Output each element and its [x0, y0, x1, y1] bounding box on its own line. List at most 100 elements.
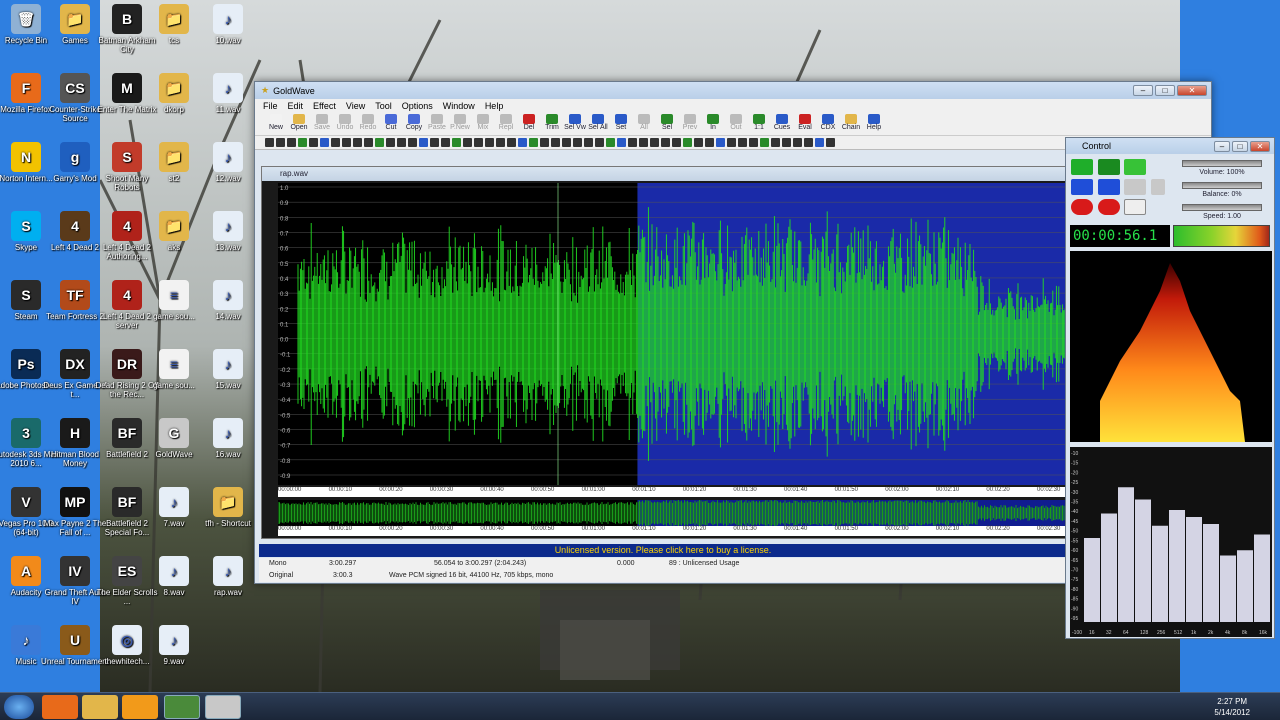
taskbar-firefox-icon[interactable]: [42, 695, 78, 719]
menu-item-file[interactable]: File: [263, 101, 278, 111]
effect-tool-icon[interactable]: [760, 138, 769, 147]
effect-tool-icon[interactable]: [727, 138, 736, 147]
control-minimize-button[interactable]: –: [1214, 140, 1230, 152]
effect-tool-icon[interactable]: [804, 138, 813, 147]
pause-button[interactable]: [1124, 179, 1147, 195]
taskbar-explorer-icon[interactable]: [82, 695, 118, 719]
desktop-icon[interactable]: ♪ 13.wav: [194, 211, 262, 252]
stop-button[interactable]: [1150, 179, 1165, 195]
monitor-button[interactable]: [1124, 199, 1147, 215]
effect-tool-icon[interactable]: [782, 138, 791, 147]
effect-tool-icon[interactable]: [364, 138, 373, 147]
toolbar-button-undo[interactable]: Undo: [334, 112, 356, 135]
effect-tool-icon[interactable]: [826, 138, 835, 147]
effect-tool-icon[interactable]: [716, 138, 725, 147]
effect-tool-icon[interactable]: [342, 138, 351, 147]
effect-tool-icon[interactable]: [309, 138, 318, 147]
effect-tool-icon[interactable]: [441, 138, 450, 147]
effect-tool-icon[interactable]: [331, 138, 340, 147]
control-maximize-button[interactable]: □: [1232, 140, 1248, 152]
control-titlebar[interactable]: Control – □ ✕: [1066, 138, 1274, 154]
effect-tool-icon[interactable]: [430, 138, 439, 147]
effect-tool-icon[interactable]: [595, 138, 604, 147]
effect-tool-icon[interactable]: [617, 138, 626, 147]
goldwave-titlebar[interactable]: ★ GoldWave – □ ✕: [255, 82, 1211, 99]
balance-track[interactable]: [1182, 182, 1262, 189]
effect-tool-icon[interactable]: [628, 138, 637, 147]
effect-tool-icon[interactable]: [375, 138, 384, 147]
toolbar-button-cdx[interactable]: CDX: [817, 112, 839, 135]
toolbar-button-prev[interactable]: Prev: [679, 112, 701, 135]
toolbar-button-redo[interactable]: Redo: [357, 112, 379, 135]
toolbar-button-paste[interactable]: Paste: [426, 112, 448, 135]
toolbar-button-open[interactable]: Open: [288, 112, 310, 135]
effect-tool-icon[interactable]: [672, 138, 681, 147]
desktop-icon[interactable]: ♪ 16.wav: [194, 418, 262, 459]
speed-slider[interactable]: Speed: 1.00: [1172, 202, 1272, 226]
effect-tool-icon[interactable]: [584, 138, 593, 147]
effect-tool-icon[interactable]: [507, 138, 516, 147]
minimize-button[interactable]: –: [1133, 85, 1153, 96]
effect-tool-icon[interactable]: [650, 138, 659, 147]
toolbar-button-sel[interactable]: Sel: [656, 112, 678, 135]
desktop-icon[interactable]: ♪ 15.wav: [194, 349, 262, 390]
toolbar-button-help[interactable]: Help: [863, 112, 885, 135]
system-clock[interactable]: 2:27 PM 5/14/2012: [1214, 696, 1250, 718]
taskbar-media-player-icon[interactable]: [122, 695, 158, 719]
effect-tool-icon[interactable]: [694, 138, 703, 147]
effect-tool-icon[interactable]: [386, 138, 395, 147]
effect-tool-icon[interactable]: [419, 138, 428, 147]
speed-track[interactable]: [1182, 204, 1262, 211]
effect-tool-icon[interactable]: [705, 138, 714, 147]
effect-tool-icon[interactable]: [353, 138, 362, 147]
menu-item-view[interactable]: View: [346, 101, 365, 111]
menu-item-window[interactable]: Window: [443, 101, 475, 111]
taskbar-goldwave-control-icon[interactable]: [205, 695, 241, 719]
effect-tool-icon[interactable]: [397, 138, 406, 147]
play-selection-button[interactable]: [1097, 159, 1120, 175]
fast-forward-button[interactable]: [1097, 179, 1120, 195]
toolbar-button-p-new[interactable]: P.New: [449, 112, 471, 135]
effect-tool-icon[interactable]: [683, 138, 692, 147]
effect-tool-icon[interactable]: [661, 138, 670, 147]
effect-tool-icon[interactable]: [815, 138, 824, 147]
toolbar-button-chain[interactable]: Chain: [840, 112, 862, 135]
timeline-ruler[interactable]: 00:00:00 00:00:10 00:00:20 00:00:30 00:00:40…: [278, 487, 1068, 497]
effect-tool-icon[interactable]: [606, 138, 615, 147]
play-button[interactable]: [1071, 159, 1093, 175]
effect-tool-icon[interactable]: [320, 138, 329, 147]
desktop-icon[interactable]: ♪ 11.wav: [194, 73, 262, 114]
balance-slider[interactable]: Balance: 0%: [1172, 180, 1272, 204]
toolbar-button-cut[interactable]: Cut: [380, 112, 402, 135]
toolbar-button-repl[interactable]: Repl: [495, 112, 517, 135]
control-window[interactable]: Control – □ ✕ Volume: 100% Balance: 0% S…: [1065, 137, 1275, 639]
desktop-icon[interactable]: 📁 tfh - Shortcut: [194, 487, 262, 528]
effect-tool-icon[interactable]: [771, 138, 780, 147]
menu-item-edit[interactable]: Edit: [288, 101, 304, 111]
desktop-icon[interactable]: ♪ rap.wav: [194, 556, 262, 597]
toolbar-button-copy[interactable]: Copy: [403, 112, 425, 135]
record-selection-button[interactable]: [1097, 199, 1120, 215]
maximize-button[interactable]: □: [1155, 85, 1175, 96]
effect-tool-icon[interactable]: [749, 138, 758, 147]
effect-tool-icon[interactable]: [518, 138, 527, 147]
toolbar-button-sel-all[interactable]: Sel All: [587, 112, 609, 135]
toolbar-button-new[interactable]: New: [265, 112, 287, 135]
menu-item-help[interactable]: Help: [485, 101, 504, 111]
effect-tool-icon[interactable]: [265, 138, 274, 147]
volume-slider[interactable]: Volume: 100%: [1172, 158, 1272, 182]
toolbar-button-trim[interactable]: Trim: [541, 112, 563, 135]
taskbar-goldwave-icon[interactable]: [164, 695, 200, 719]
desktop-icon[interactable]: ♪ 9.wav: [140, 625, 208, 666]
effect-tool-icon[interactable]: [738, 138, 747, 147]
effect-tool-icon[interactable]: [496, 138, 505, 147]
effect-tool-icon[interactable]: [463, 138, 472, 147]
toolbar-button-in[interactable]: In: [702, 112, 724, 135]
desktop-icon[interactable]: ♪ 10.wav: [194, 4, 262, 45]
effect-tool-icon[interactable]: [474, 138, 483, 147]
toolbar-button-mix[interactable]: Mix: [472, 112, 494, 135]
toolbar-button-cues[interactable]: Cues: [771, 112, 793, 135]
menu-item-tool[interactable]: Tool: [375, 101, 392, 111]
effect-tool-icon[interactable]: [639, 138, 648, 147]
toolbar-button-sel-vw[interactable]: Sel Vw: [564, 112, 586, 135]
